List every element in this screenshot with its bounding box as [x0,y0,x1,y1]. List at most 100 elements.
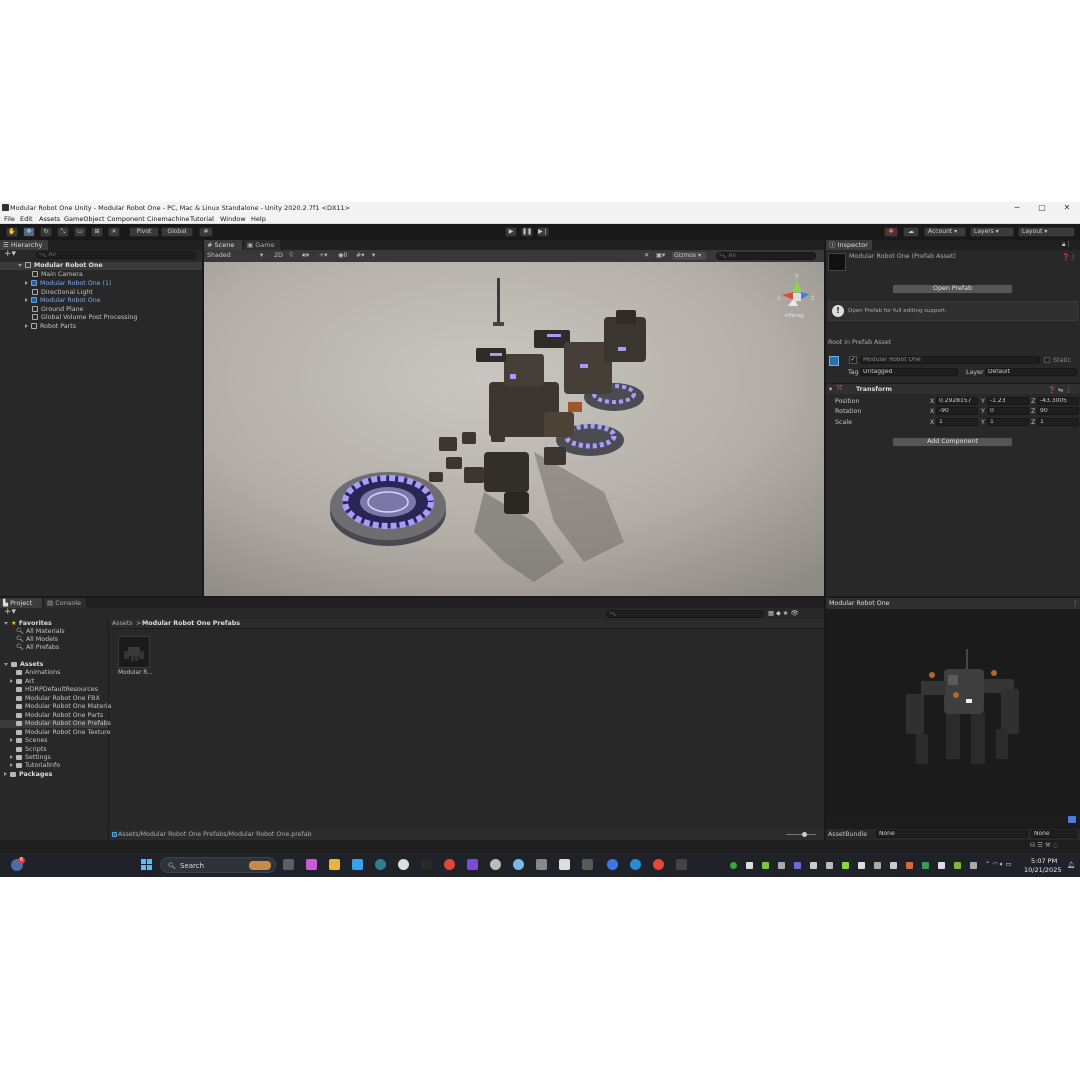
assets-header[interactable]: Assets [4,661,43,669]
grid-snap-icon[interactable]: # [199,227,213,237]
preview-viewport[interactable] [826,609,1080,814]
tray-icon[interactable] [746,862,753,869]
label-tag-icon[interactable] [1068,816,1076,823]
asset-item-label[interactable]: Modular R... [118,670,153,676]
scale-x-field[interactable]: 1 [936,418,978,426]
tray-icon[interactable] [794,862,801,869]
menu-assets[interactable]: Assets [39,215,60,223]
tray-icon[interactable] [810,862,817,869]
hierarchy-item-robot-one-1[interactable]: Modular Robot One (1) [25,280,111,288]
hierarchy-item-robot-one[interactable]: Modular Robot One [25,297,101,305]
minimize-button[interactable]: ─ [1005,203,1029,213]
preview-menu-icon[interactable]: ⋮ [1072,600,1078,607]
unity-taskbar-icon[interactable] [676,859,687,870]
hierarchy-item-directional-light[interactable]: Directional Light [32,289,93,297]
fx-toggle-icon[interactable]: ✧▾ [319,252,327,259]
taskbar-search-box[interactable]: 🔍︎ Search [160,857,276,873]
menu-component[interactable]: Component [107,215,145,223]
hierarchy-item-robot-parts[interactable]: Robot Parts [25,323,76,331]
tray-icon[interactable] [778,862,785,869]
lighting-toggle-icon[interactable]: 💡︎ [289,252,293,260]
active-checkbox[interactable]: ✓ [849,356,857,364]
folder-item[interactable]: TutorialInfo [10,762,60,770]
notification-bell-icon[interactable]: 🔔︎ [1067,861,1075,869]
pivot-toggle[interactable]: Pivot [129,227,159,237]
tray-icon[interactable] [922,862,929,869]
folder-item[interactable]: Modular Robot One Parts [16,712,103,720]
layout-dropdown[interactable]: Layout ▾ [1018,227,1075,237]
taskbar-time[interactable]: 5:07 PM [1031,857,1057,865]
tray-icon[interactable] [858,862,865,869]
menu-cinemachine[interactable]: Cinemachine [147,215,189,223]
transform-header[interactable]: ▾ ⤧ Transform ❓ ⇆ ⋮ [826,383,1080,394]
alienware-icon[interactable] [398,859,409,870]
chrome-icon[interactable] [444,859,455,870]
menu-window[interactable]: Window [220,215,246,223]
hierarchy-scene-root[interactable]: Modular Robot One [0,262,202,270]
lock-icon[interactable]: 🔒︎⋮ [1062,241,1072,249]
static-checkbox[interactable] [1044,357,1050,363]
packages-header[interactable]: Packages [4,771,52,779]
position-y-field[interactable]: -1.23 [987,397,1029,405]
hierarchy-item-global-volume[interactable]: Global Volume Post Processing [32,314,137,322]
zoom-slider[interactable] [786,834,816,835]
shading-dropdown[interactable]: Shaded [207,252,231,259]
rotate-tool-icon[interactable]: ↻ [40,227,52,237]
folder-item[interactable]: Modular Robot One Materia [16,703,111,711]
layer-dropdown[interactable]: Default [985,368,1077,376]
collab-icon[interactable]: ✲ [884,227,898,237]
filter-icons[interactable]: ▦ ◆ ★ 👁︎ [768,609,798,617]
rotation-z-field[interactable]: 90 [1037,407,1079,415]
menu-file[interactable]: File [4,215,15,223]
rect-tool-icon[interactable]: ▭ [74,227,86,237]
camera-icon[interactable]: ▣▾ [656,252,665,259]
app-icon[interactable] [513,859,524,870]
breadcrumb-current[interactable]: Modular Robot One Prefabs [142,620,240,627]
tray-icon[interactable] [890,862,897,869]
app-icon[interactable] [582,859,593,870]
hierarchy-search-input[interactable]: 🔍︎ All [36,251,196,259]
folder-item[interactable]: Scripts [16,746,47,754]
global-toggle[interactable]: Global [161,227,193,237]
wifi-volume-battery-icon[interactable]: ⌃ ◠ 🔈︎ ▭ [985,861,1012,869]
tab-inspector[interactable]: ⓘ Inspector [826,240,872,250]
foldout-arrow-icon[interactable]: ▾ [829,386,832,393]
app-icon[interactable] [536,859,547,870]
object-name-field[interactable]: Modular Robot One [860,356,1040,364]
taskbar-date[interactable]: 10/21/2025 [1024,866,1061,874]
edge-icon[interactable] [630,859,641,870]
audio-toggle-icon[interactable]: 🔊︎▾ [302,252,309,260]
custom-tool-icon[interactable]: ✕ [108,227,120,237]
app-icon[interactable] [607,859,618,870]
play-button[interactable]: ▶ [505,227,517,237]
breadcrumb-assets[interactable]: Assets [112,620,133,627]
grid-toggle-icon[interactable]: #▾ [356,252,364,259]
cloud-icon[interactable]: ☁ [903,227,919,237]
maximize-button[interactable]: ▢ [1030,203,1054,213]
hierarchy-item-ground-plane[interactable]: Ground Plane [32,306,83,314]
file-explorer-icon[interactable] [329,859,340,870]
menu-edit[interactable]: Edit [20,215,33,223]
view-options-icon[interactable]: ▾ [372,252,375,259]
tools-icon[interactable]: ✕ [644,252,649,259]
tray-icon[interactable] [874,862,881,869]
scale-y-field[interactable]: 1 [987,418,1029,426]
scale-z-field[interactable]: 1 [1037,418,1079,426]
store-icon[interactable] [352,859,363,870]
tray-icon[interactable] [762,862,769,869]
app-icon[interactable] [421,859,432,870]
assetbundle-dropdown[interactable]: None [876,830,1028,838]
task-view-icon[interactable] [283,859,294,870]
create-plus-icon[interactable]: +▾ [4,250,16,259]
tray-icon[interactable] [842,862,849,869]
browser-icon[interactable] [375,859,386,870]
tab-game[interactable]: ▣ Game [244,240,280,250]
windows-start-icon[interactable] [141,859,152,870]
menu-gameobject[interactable]: GameObject [64,215,105,223]
tag-dropdown[interactable]: Untagged [860,368,958,376]
gizmos-dropdown[interactable]: Gizmos ▾ [672,252,706,260]
pause-button[interactable]: ❚❚ [521,227,533,237]
close-button[interactable]: ✕ [1055,203,1079,213]
chrome-icon[interactable] [653,859,664,870]
open-prefab-button[interactable]: Open Prefab [892,284,1013,294]
